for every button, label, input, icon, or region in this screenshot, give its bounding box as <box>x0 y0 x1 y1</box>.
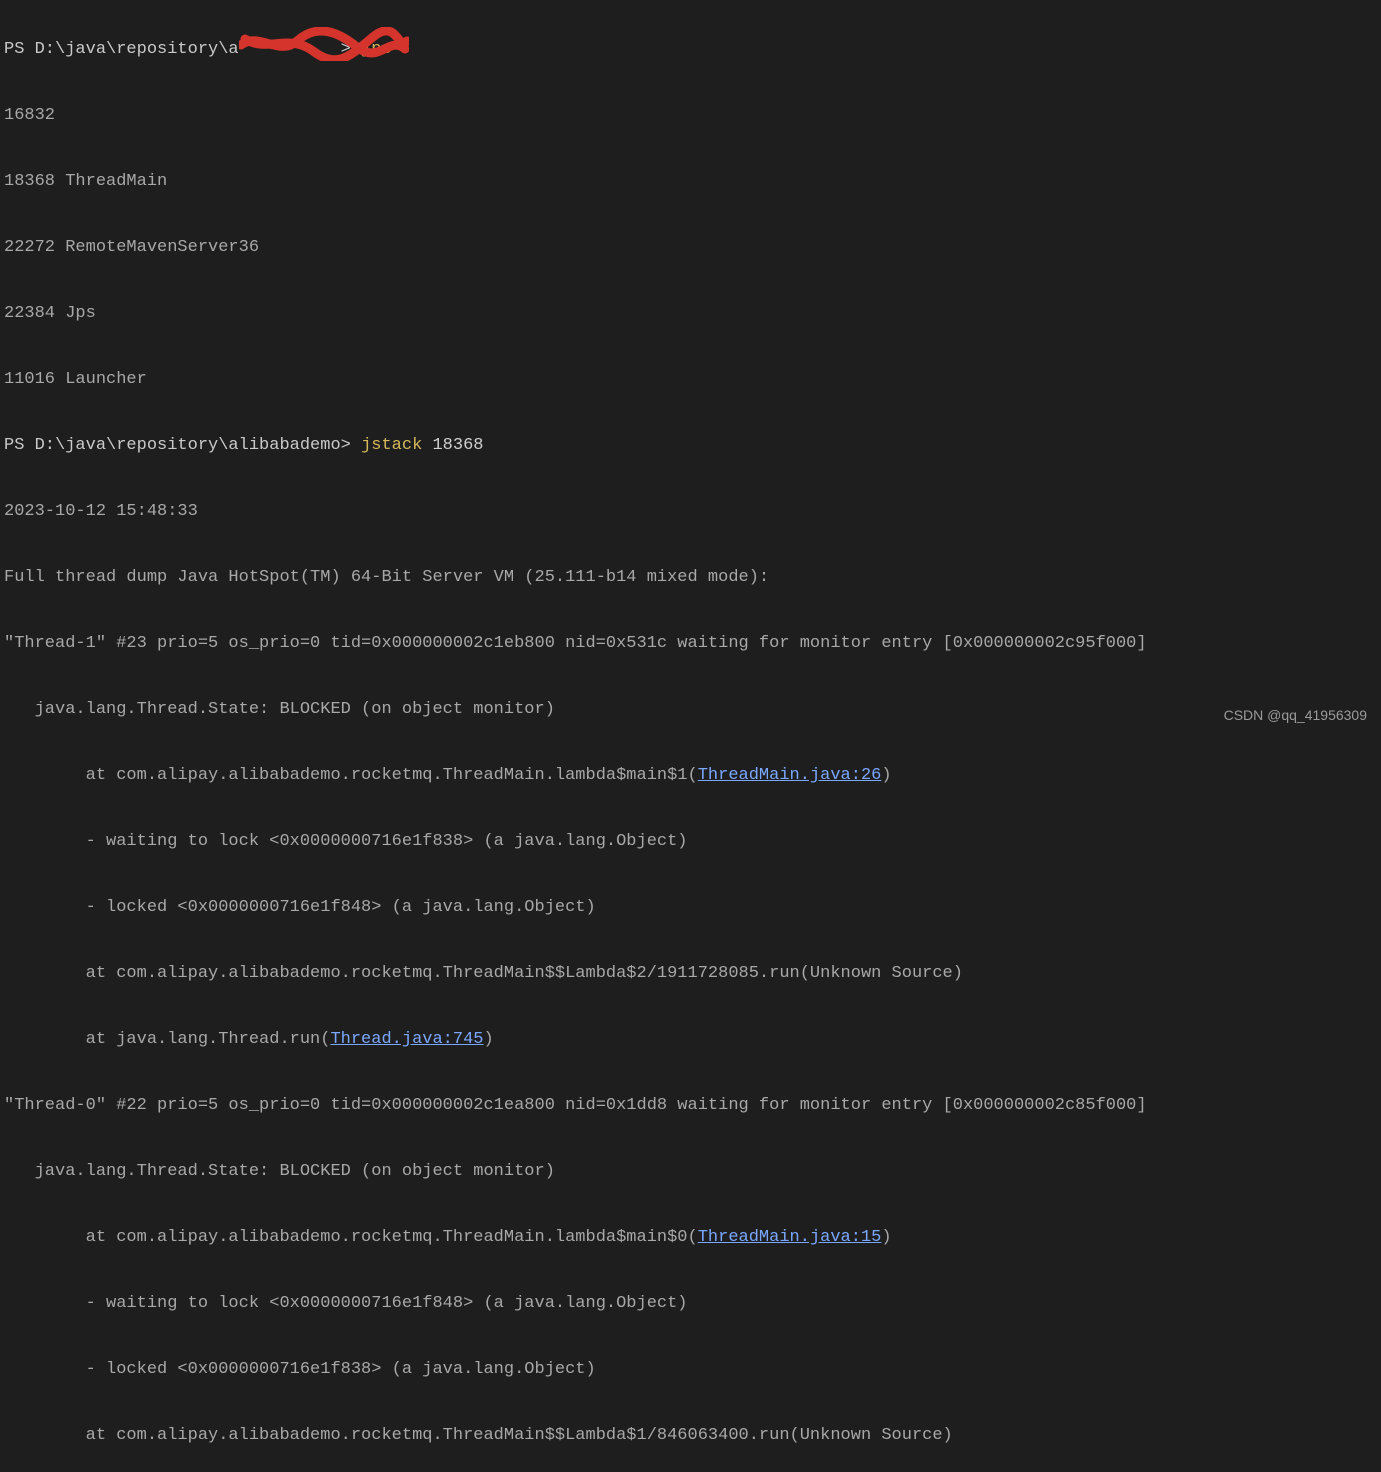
prompt-line-1: PS D:\java\repository\alibabademo> jps <box>4 33 1377 66</box>
jps-row: 18368 ThreadMain <box>4 165 1377 198</box>
jps-row: 22384 Jps <box>4 297 1377 330</box>
thread-state: java.lang.Thread.State: BLOCKED (on obje… <box>4 1155 1377 1188</box>
prompt-line-2: PS D:\java\repository\alibabademo> jstac… <box>4 429 1377 462</box>
source-link[interactable]: Thread.java:745 <box>330 1030 483 1049</box>
redaction-scribble-icon: libabademo <box>239 33 341 66</box>
prompt-prefix: PS D:\java\repository\a <box>4 40 239 59</box>
thread-header: "Thread-0" #22 prio=5 os_prio=0 tid=0x00… <box>4 1089 1377 1122</box>
stack-frame: at com.alipay.alibabademo.rocketmq.Threa… <box>4 759 1377 792</box>
command-jps: jps <box>361 40 392 59</box>
prompt-suffix: > <box>341 40 361 59</box>
thread-state: java.lang.Thread.State: BLOCKED (on obje… <box>4 693 1377 726</box>
jps-row: 11016 Launcher <box>4 363 1377 396</box>
source-link[interactable]: ThreadMain.java:26 <box>698 766 882 785</box>
jstack-timestamp: 2023-10-12 15:48:33 <box>4 495 1377 528</box>
terminal-output: PS D:\java\repository\alibabademo> jps 1… <box>0 0 1381 1472</box>
stack-frame: at com.alipay.alibabademo.rocketmq.Threa… <box>4 1221 1377 1254</box>
watermark-text: CSDN @qq_41956309 <box>1224 708 1367 722</box>
stack-frame: at java.lang.Thread.run(Thread.java:745) <box>4 1023 1377 1056</box>
source-link[interactable]: ThreadMain.java:15 <box>698 1228 882 1247</box>
stack-frame: at com.alipay.alibabademo.rocketmq.Threa… <box>4 957 1377 990</box>
command-arg: 18368 <box>422 436 483 455</box>
thread-header: "Thread-1" #23 prio=5 os_prio=0 tid=0x00… <box>4 627 1377 660</box>
command-jstack: jstack <box>361 436 422 455</box>
lock-wait: - waiting to lock <0x0000000716e1f848> (… <box>4 1287 1377 1320</box>
jps-row: 22272 RemoteMavenServer36 <box>4 231 1377 264</box>
jstack-header: Full thread dump Java HotSpot(TM) 64-Bit… <box>4 561 1377 594</box>
lock-wait: - waiting to lock <0x0000000716e1f838> (… <box>4 825 1377 858</box>
lock-held: - locked <0x0000000716e1f848> (a java.la… <box>4 891 1377 924</box>
prompt-text: PS D:\java\repository\alibabademo> <box>4 436 361 455</box>
lock-held: - locked <0x0000000716e1f838> (a java.la… <box>4 1353 1377 1386</box>
stack-frame: at com.alipay.alibabademo.rocketmq.Threa… <box>4 1419 1377 1452</box>
jps-row: 16832 <box>4 99 1377 132</box>
